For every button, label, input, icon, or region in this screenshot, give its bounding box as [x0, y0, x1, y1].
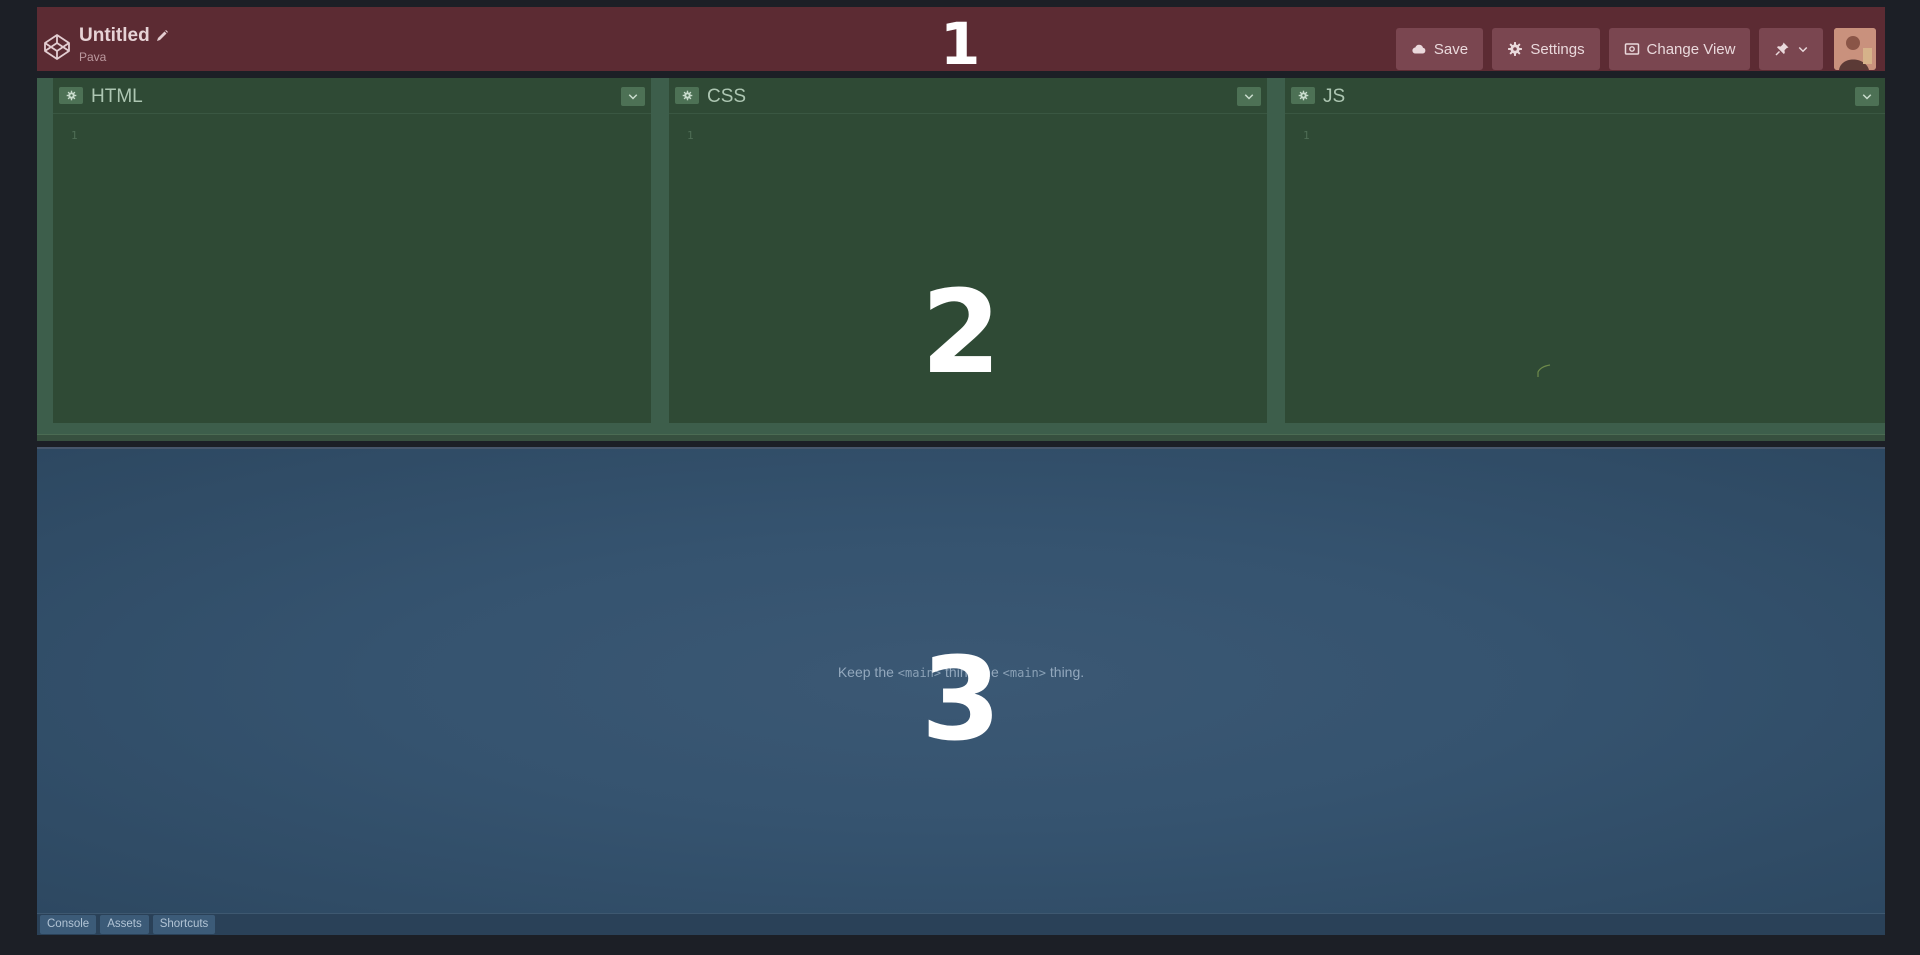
- editor-resize-handle[interactable]: [37, 434, 1885, 441]
- js-editor-header: JS: [1285, 78, 1885, 114]
- gear-icon: [682, 90, 692, 101]
- html-collapse-button[interactable]: [621, 87, 645, 106]
- chevron-down-icon: [1798, 46, 1807, 53]
- js-settings-button[interactable]: [1291, 87, 1315, 104]
- preview-code: <main>: [1002, 666, 1046, 680]
- cloud-icon: [1412, 44, 1426, 54]
- save-button[interactable]: Save: [1396, 28, 1483, 70]
- header-actions: Save Settings Change View: [1396, 28, 1823, 70]
- settings-label: Settings: [1530, 40, 1585, 58]
- html-editor[interactable]: HTML 1: [53, 78, 651, 423]
- pen-title[interactable]: Untitled: [79, 25, 169, 47]
- assets-button[interactable]: Assets: [100, 915, 149, 934]
- pencil-icon[interactable]: [155, 29, 169, 43]
- change-view-button[interactable]: Change View: [1609, 28, 1750, 70]
- result-preview[interactable]: Keep the <main> thing the <main> thing.: [37, 447, 1885, 913]
- mouse-cursor-icon: [1537, 364, 1551, 377]
- region-number-1: 1: [940, 10, 981, 78]
- pin-icon: [1774, 42, 1788, 56]
- pin-menu-button[interactable]: [1759, 28, 1823, 70]
- html-settings-button[interactable]: [59, 87, 83, 104]
- css-editor[interactable]: CSS 1: [669, 78, 1267, 423]
- change-view-label: Change View: [1646, 40, 1736, 58]
- preview-code: <main>: [897, 666, 942, 680]
- gear-icon: [1508, 42, 1523, 56]
- pen-author[interactable]: Pava: [79, 50, 169, 64]
- avatar-image: [1834, 28, 1876, 70]
- preview-text-part: thing.: [1046, 664, 1085, 680]
- editor-panels: HTML 1 CSS 1 JS 1 2: [37, 78, 1885, 441]
- html-editor-title: HTML: [91, 86, 143, 107]
- chevron-down-icon: [1862, 93, 1872, 100]
- user-avatar[interactable]: [1834, 28, 1876, 70]
- html-editor-header: HTML: [53, 78, 651, 114]
- css-settings-button[interactable]: [675, 87, 699, 104]
- preview-text-part: Keep the: [837, 664, 898, 680]
- line-number: 1: [687, 129, 694, 142]
- css-editor-header: CSS: [669, 78, 1267, 114]
- console-button[interactable]: Console: [40, 915, 97, 934]
- view-icon: [1624, 43, 1639, 55]
- chevron-down-icon: [1244, 93, 1254, 100]
- line-number: 1: [1303, 129, 1310, 142]
- gear-icon: [66, 90, 76, 101]
- css-editor-title: CSS: [707, 86, 747, 107]
- pen-title-area: Untitled Pava: [79, 25, 169, 64]
- shortcuts-button[interactable]: Shortcuts: [152, 915, 216, 934]
- gear-icon: [1298, 90, 1308, 101]
- chevron-down-icon: [628, 93, 638, 100]
- save-label: Save: [1433, 40, 1469, 58]
- js-editor[interactable]: JS 1: [1285, 78, 1885, 423]
- js-editor-title: JS: [1323, 86, 1346, 107]
- js-collapse-button[interactable]: [1855, 87, 1879, 106]
- css-collapse-button[interactable]: [1237, 87, 1261, 106]
- footer-bar: Console Assets Shortcuts: [37, 913, 1885, 935]
- preview-text-part: thing the: [941, 664, 1003, 680]
- header-bar: Untitled Pava 1 Save Settings Change Vie…: [37, 7, 1885, 78]
- pen-title-text[interactable]: Untitled: [79, 25, 150, 47]
- preview-message: Keep the <main> thing the <main> thing.: [37, 664, 1885, 680]
- codepen-logo-icon[interactable]: [42, 32, 72, 62]
- line-number: 1: [71, 129, 78, 142]
- settings-button[interactable]: Settings: [1492, 28, 1600, 70]
- codepen-editor-app: Untitled Pava 1 Save Settings Change Vie…: [37, 7, 1885, 935]
